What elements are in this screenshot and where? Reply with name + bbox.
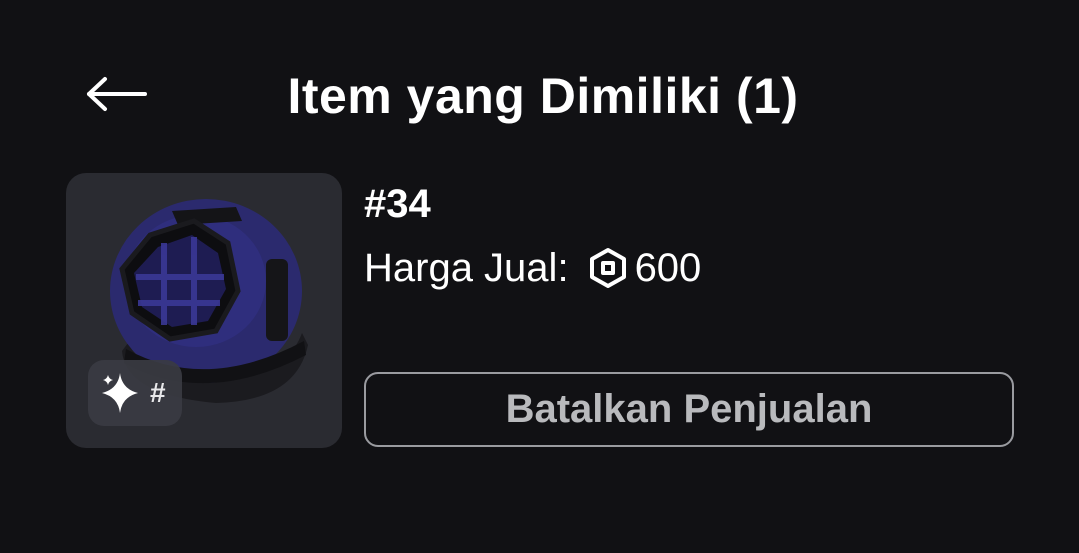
item-badge: #: [88, 360, 182, 426]
page-title: Item yang Dimiliki (1): [287, 68, 799, 124]
cancel-sale-button[interactable]: Batalkan Penjualan: [364, 372, 1014, 447]
owned-items-page: Item yang Dimiliki (1) # #34 Harga Jual:…: [0, 0, 1079, 553]
price-label: Harga Jual:: [364, 246, 569, 290]
item-serial-number: #34: [364, 182, 431, 226]
badge-text: #: [150, 377, 166, 408]
price-value: 600: [634, 246, 702, 290]
robux-icon: [587, 247, 629, 289]
sparkle-icon: [102, 373, 138, 413]
price-row: Harga Jual: 600: [364, 244, 701, 292]
